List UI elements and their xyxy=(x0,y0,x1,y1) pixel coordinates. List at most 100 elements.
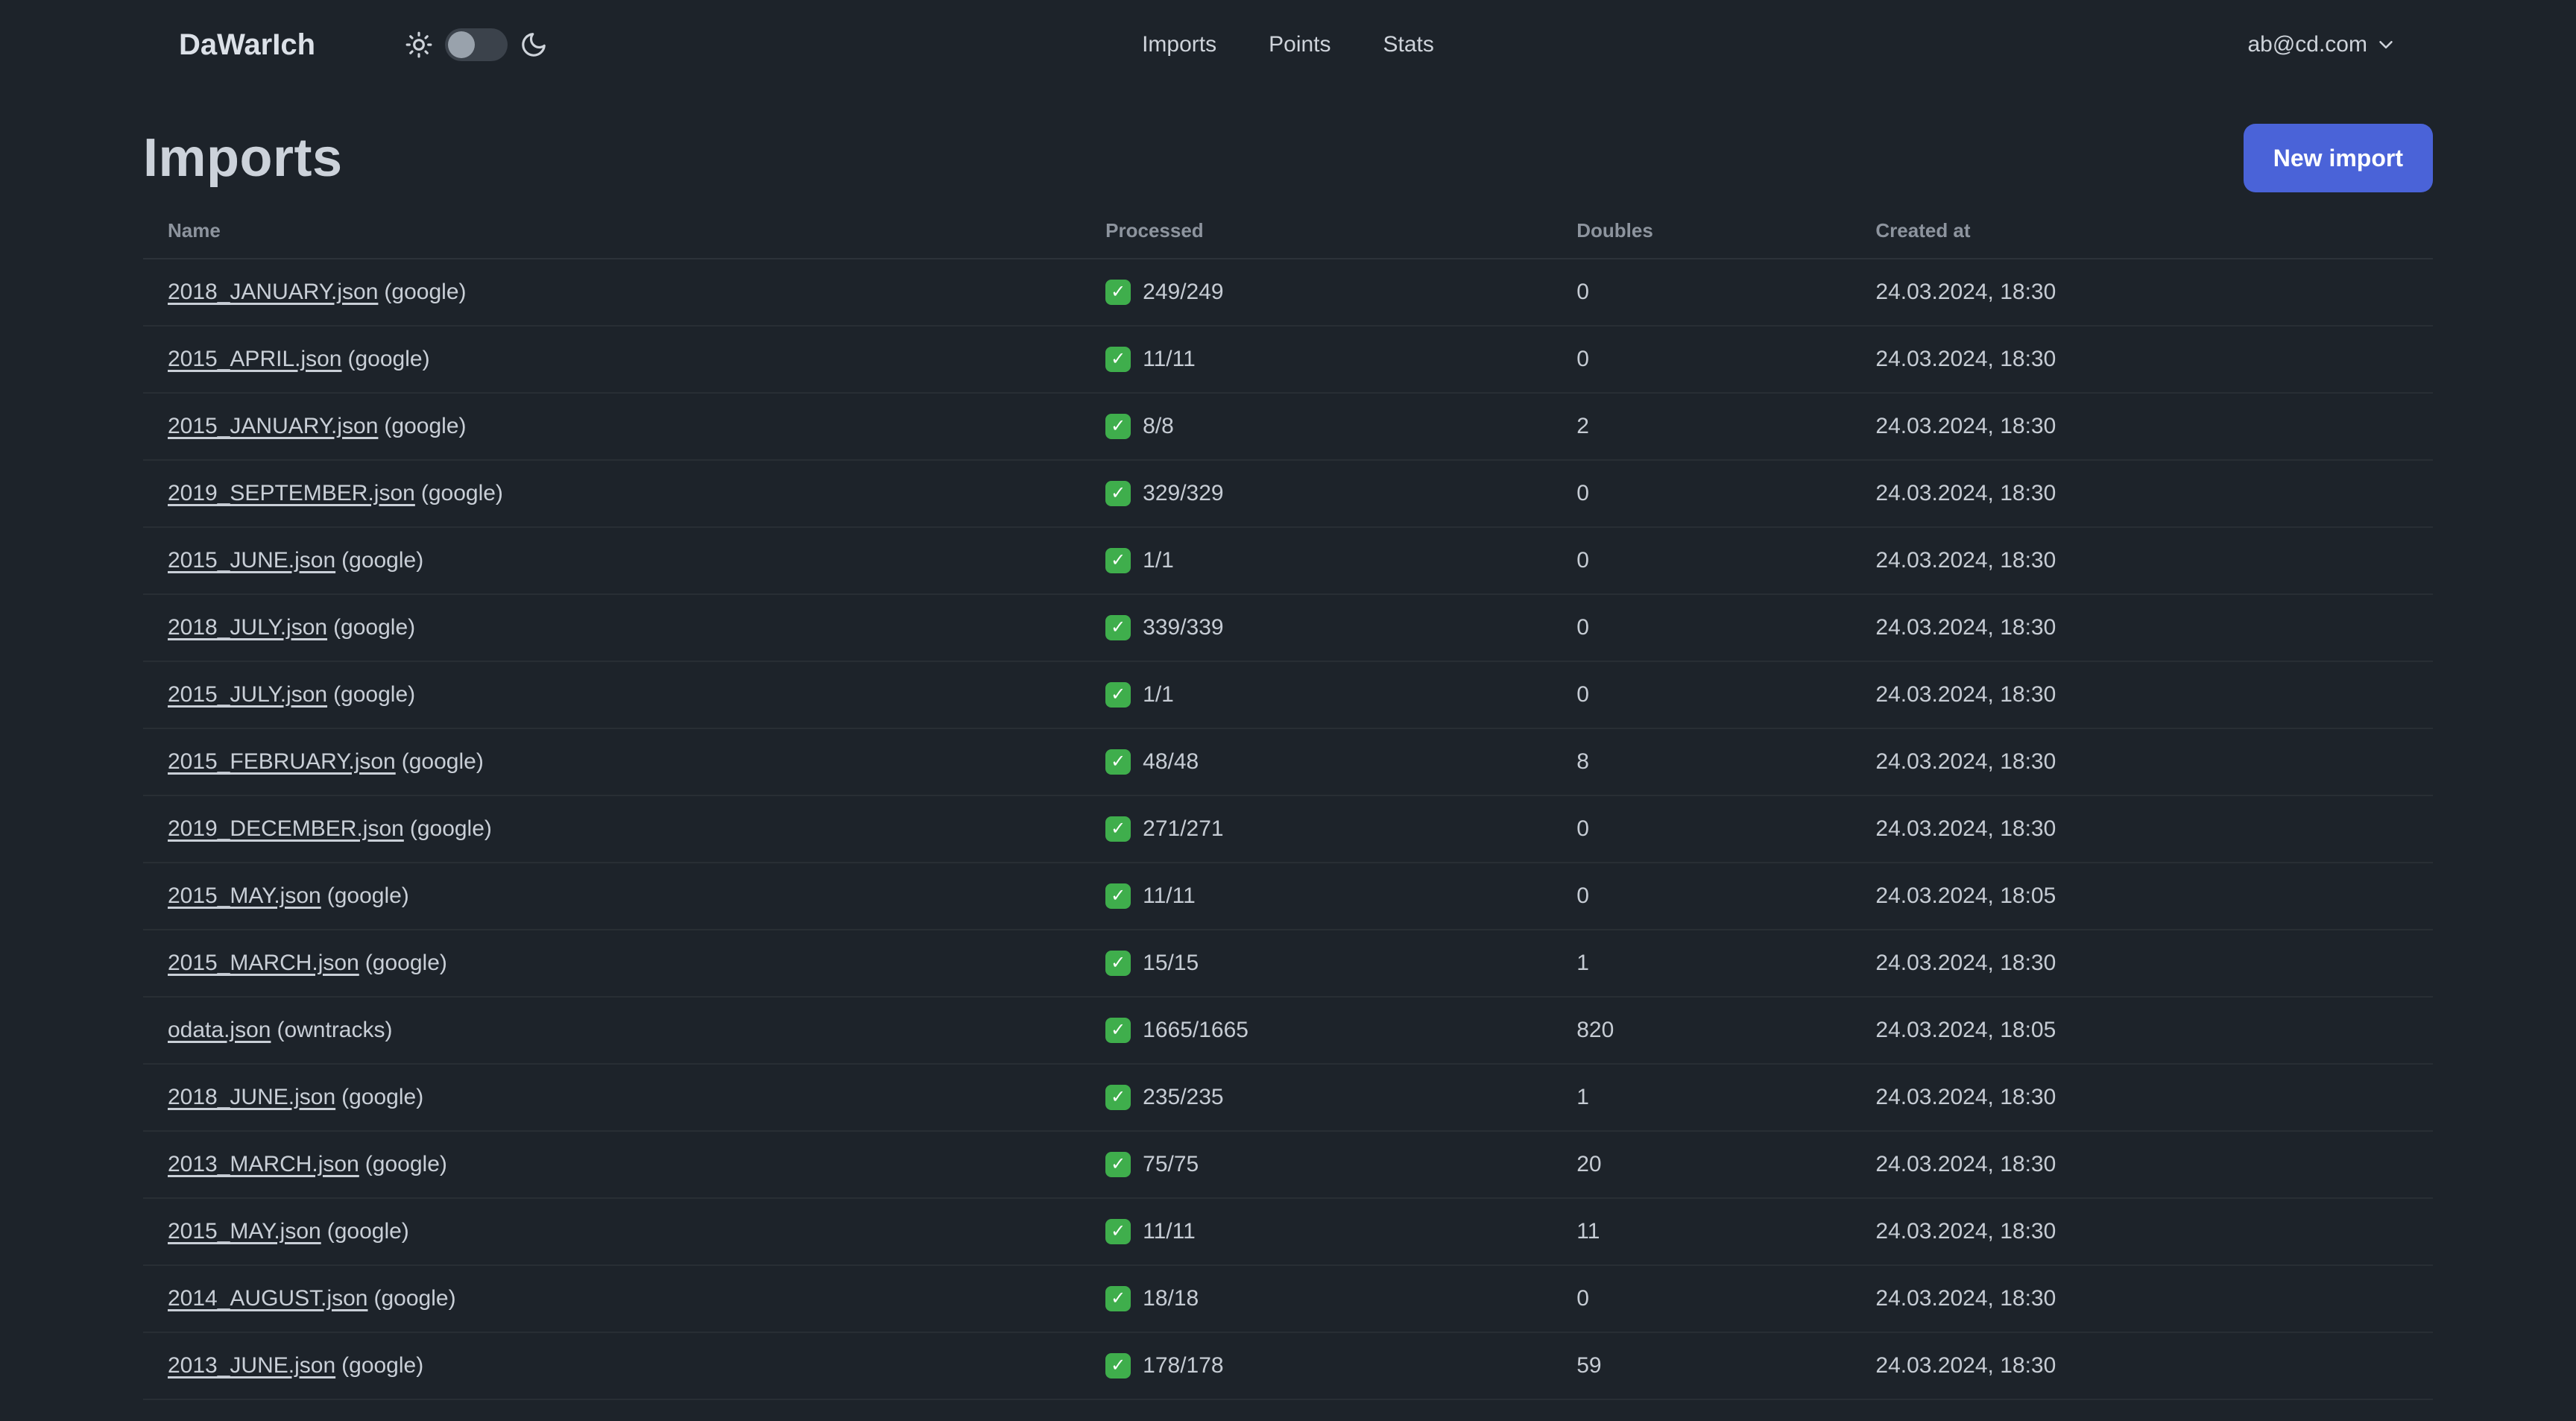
navbar: DaWarIch Imports Points Stats ab@cd.com xyxy=(0,0,2576,89)
name-cell: 2013_MARCH.json (google) xyxy=(168,1152,1105,1177)
import-source: (google) xyxy=(373,1286,456,1311)
page-title: Imports xyxy=(143,128,343,188)
created-at: 24.03.2024, 18:30 xyxy=(1875,682,2056,707)
check-icon: ✓ xyxy=(1105,1286,1131,1311)
check-icon: ✓ xyxy=(1105,1152,1131,1177)
check-icon: ✓ xyxy=(1105,1219,1131,1244)
import-file-link[interactable]: 2015_MAY.json xyxy=(168,883,321,908)
doubles-count: 2 xyxy=(1576,414,1589,438)
table-row: 2015_MARCH.json (google) ✓ 15/15 1 24.03.… xyxy=(143,930,2433,998)
theme-toggle-switch[interactable] xyxy=(445,28,508,61)
import-file-link[interactable]: 2015_JANUARY.json xyxy=(168,414,378,438)
import-file-link[interactable]: odata.json xyxy=(168,1018,271,1042)
check-icon: ✓ xyxy=(1105,951,1131,976)
theme-toggle-group xyxy=(405,28,548,61)
processed-cell: ✓ 8/8 xyxy=(1105,414,1576,439)
import-file-link[interactable]: 2014_AUGUST.json xyxy=(168,1286,367,1311)
doubles-count: 0 xyxy=(1576,682,1589,707)
created-at: 24.03.2024, 18:30 xyxy=(1875,548,2056,573)
column-header-processed: Processed xyxy=(1105,218,1204,242)
import-file-link[interactable]: 2018_JULY.json xyxy=(168,615,327,640)
processed-count: 178/178 xyxy=(1143,1353,1224,1378)
processed-cell: ✓ 11/11 xyxy=(1105,347,1576,372)
processed-cell: ✓ 11/11 xyxy=(1105,883,1576,909)
processed-cell: ✓ 15/15 xyxy=(1105,951,1576,976)
import-source: (google) xyxy=(409,816,492,841)
check-icon: ✓ xyxy=(1105,347,1131,372)
processed-count: 249/249 xyxy=(1143,280,1224,304)
sun-icon xyxy=(405,31,432,58)
name-cell: 2018_JULY.json (google) xyxy=(168,615,1105,640)
table-row: 2018_JULY.json (google) ✓ 339/339 0 24.03… xyxy=(143,595,2433,662)
created-at: 24.03.2024, 18:05 xyxy=(1875,883,2056,908)
import-source: (google) xyxy=(341,1353,424,1378)
import-file-link[interactable]: 2013_JUNE.json xyxy=(168,1353,335,1378)
new-import-button[interactable]: New import xyxy=(2243,124,2433,192)
import-file-link[interactable]: 2018_JUNE.json xyxy=(168,1085,335,1109)
doubles-count: 0 xyxy=(1576,548,1589,573)
name-cell: 2015_APRIL.json (google) xyxy=(168,347,1105,372)
doubles-count: 11 xyxy=(1576,1219,1600,1244)
check-icon: ✓ xyxy=(1105,749,1131,775)
chevron-down-icon xyxy=(2379,41,2393,48)
created-at: 24.03.2024, 18:30 xyxy=(1875,1286,2056,1311)
import-file-link[interactable]: 2013_MARCH.json xyxy=(168,1152,359,1176)
doubles-count: 0 xyxy=(1576,615,1589,640)
table-row: 2015_JUNE.json (google) ✓ 1/1 0 24.03.202… xyxy=(143,528,2433,595)
name-cell: 2013_JUNE.json (google) xyxy=(168,1353,1105,1379)
import-file-link[interactable]: 2015_JUNE.json xyxy=(168,548,335,573)
import-source: (google) xyxy=(326,883,409,908)
table-row: 2015_MAY.json (google) ✓ 11/11 0 24.03.20… xyxy=(143,863,2433,930)
account-email: ab@cd.com xyxy=(2247,32,2367,57)
processed-cell: ✓ 339/339 xyxy=(1105,615,1576,640)
check-icon: ✓ xyxy=(1105,615,1131,640)
processed-count: 11/11 xyxy=(1143,1219,1196,1244)
processed-cell: ✓ 329/329 xyxy=(1105,481,1576,506)
doubles-count: 0 xyxy=(1576,816,1589,841)
navbar-right: ab@cd.com xyxy=(2247,32,2397,57)
processed-cell: ✓ 249/249 xyxy=(1105,280,1576,305)
name-cell: 2018_JANUARY.json (google) xyxy=(168,280,1105,305)
name-cell: 2015_JUNE.json (google) xyxy=(168,548,1105,573)
doubles-count: 0 xyxy=(1576,1286,1589,1311)
import-file-link[interactable]: 2015_MARCH.json xyxy=(168,951,359,975)
created-at: 24.03.2024, 18:30 xyxy=(1875,1152,2056,1176)
created-at: 24.03.2024, 18:30 xyxy=(1875,749,2056,774)
import-file-link[interactable]: 2015_FEBRUARY.json xyxy=(168,749,396,774)
name-cell: 2015_JULY.json (google) xyxy=(168,682,1105,708)
processed-count: 48/48 xyxy=(1143,749,1199,774)
import-file-link[interactable]: 2018_JANUARY.json xyxy=(168,280,378,304)
import-file-link[interactable]: 2019_SEPTEMBER.json xyxy=(168,481,415,505)
processed-cell: ✓ 235/235 xyxy=(1105,1085,1576,1110)
nav-link-points[interactable]: Points xyxy=(1269,32,1330,57)
processed-cell: ✓ 11/11 xyxy=(1105,1219,1576,1244)
nav-link-stats[interactable]: Stats xyxy=(1383,32,1434,57)
processed-count: 235/235 xyxy=(1143,1085,1224,1109)
table-row: 2019_DECEMBER.json (google) ✓ 271/271 0 2… xyxy=(143,796,2433,863)
processed-cell: ✓ 48/48 xyxy=(1105,749,1576,775)
doubles-count: 0 xyxy=(1576,347,1589,371)
import-file-link[interactable]: 2015_APRIL.json xyxy=(168,347,342,371)
import-file-link[interactable]: 2015_MAY.json xyxy=(168,1219,321,1244)
import-file-link[interactable]: 2015_JULY.json xyxy=(168,682,327,707)
processed-cell: ✓ 18/18 xyxy=(1105,1286,1576,1311)
import-source: (google) xyxy=(341,548,424,573)
check-icon: ✓ xyxy=(1105,481,1131,506)
import-source: (google) xyxy=(341,1085,424,1109)
import-file-link[interactable]: 2019_DECEMBER.json xyxy=(168,816,404,841)
processed-cell: ✓ 1665/1665 xyxy=(1105,1018,1576,1043)
doubles-count: 0 xyxy=(1576,280,1589,304)
nav-link-imports[interactable]: Imports xyxy=(1142,32,1216,57)
account-menu-button[interactable]: ab@cd.com xyxy=(2247,32,2397,57)
import-source: (google) xyxy=(333,682,416,707)
column-header-name: Name xyxy=(168,218,221,242)
table-row: 2015_FEBRUARY.json (google) ✓ 48/48 8 24.… xyxy=(143,729,2433,796)
processed-count: 11/11 xyxy=(1143,883,1196,908)
theme-toggle-knob xyxy=(448,31,476,58)
created-at: 24.03.2024, 18:30 xyxy=(1875,1353,2056,1378)
table-row: 2013_JUNE.json (google) ✓ 178/178 59 24.0… xyxy=(143,1333,2433,1400)
name-cell: odata.json (owntracks) xyxy=(168,1018,1105,1043)
app-logo[interactable]: DaWarIch xyxy=(179,28,315,62)
import-source: (google) xyxy=(347,347,430,371)
created-at: 24.03.2024, 18:30 xyxy=(1875,951,2056,975)
